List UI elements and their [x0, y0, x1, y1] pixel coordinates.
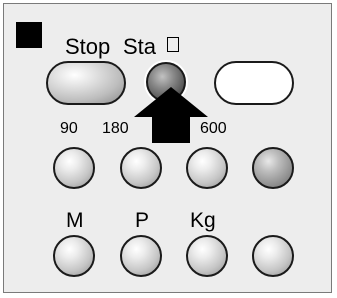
label-p: P [135, 209, 150, 232]
black-square-icon [16, 22, 42, 48]
button-600[interactable] [252, 147, 294, 189]
up-arrow-icon [134, 87, 208, 143]
button-180[interactable] [120, 147, 162, 189]
blank-button[interactable] [214, 61, 294, 105]
label-kg: Kg [190, 209, 216, 232]
stop-button[interactable] [46, 61, 126, 105]
label-600: 600 [200, 120, 227, 137]
start-label: Sta [123, 34, 157, 59]
button-300[interactable] [186, 147, 228, 189]
text-cursor-icon [167, 37, 179, 52]
stop-label: Stop [65, 34, 111, 59]
button-kg[interactable] [186, 235, 228, 277]
control-panel: Stop Sta 90 180 600 M P Kg [3, 3, 332, 293]
button-90[interactable] [53, 147, 95, 189]
button-p[interactable] [120, 235, 162, 277]
label-90: 90 [60, 120, 78, 137]
label-180: 180 [102, 120, 129, 137]
label-m: M [66, 209, 84, 232]
button-extra[interactable] [252, 235, 294, 277]
button-m[interactable] [53, 235, 95, 277]
